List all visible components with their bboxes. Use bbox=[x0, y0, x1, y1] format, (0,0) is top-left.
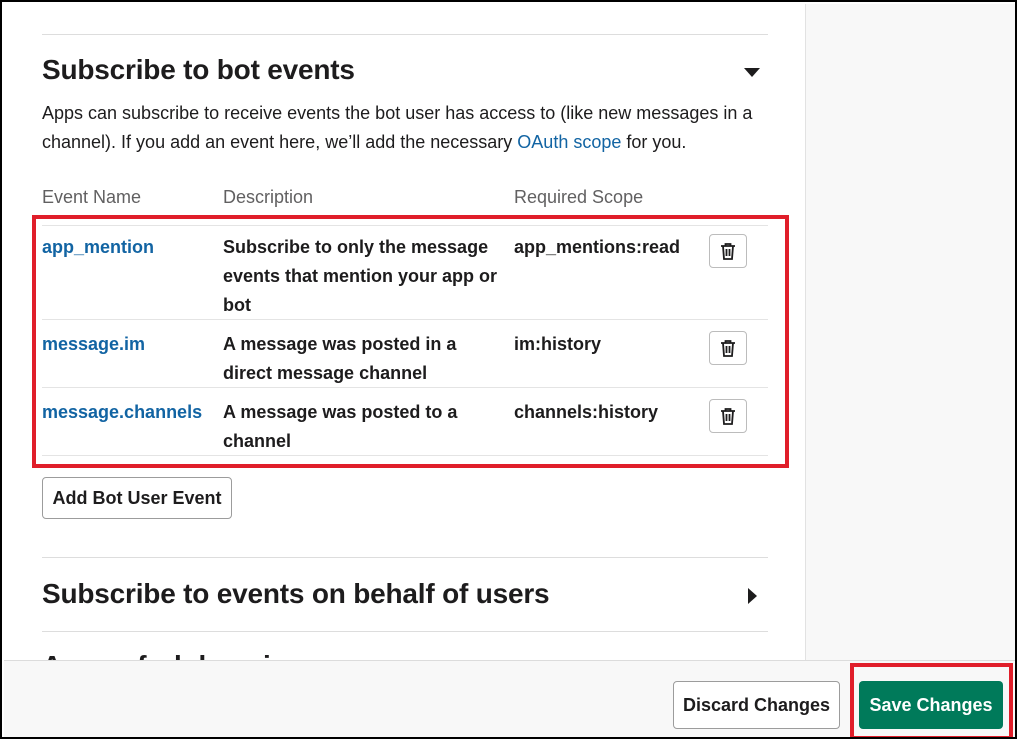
column-header-required-scope: Required Scope bbox=[514, 187, 644, 207]
save-changes-button[interactable]: Save Changes bbox=[859, 681, 1003, 729]
user-events-title[interactable]: Subscribe to events on behalf of users bbox=[42, 578, 550, 610]
table-row-divider bbox=[42, 225, 768, 226]
oauth-scope-link[interactable]: OAuth scope bbox=[517, 132, 621, 152]
column-header-event-name: Event Name bbox=[42, 187, 142, 207]
event-scope: im:history bbox=[514, 334, 602, 354]
caret-right-icon[interactable] bbox=[748, 588, 757, 604]
add-bot-user-event-button[interactable]: Add Bot User Event bbox=[42, 477, 232, 519]
trash-icon bbox=[721, 340, 735, 357]
trash-icon bbox=[721, 408, 735, 425]
window-frame: Subscribe to bot events Apps can subscri… bbox=[0, 0, 1017, 739]
caret-down-icon[interactable] bbox=[744, 68, 760, 77]
trash-icon bbox=[721, 243, 735, 260]
section-divider bbox=[42, 557, 768, 558]
settings-main-column: Subscribe to bot events Apps can subscri… bbox=[4, 4, 805, 660]
discard-changes-button[interactable]: Discard Changes bbox=[673, 681, 840, 729]
event-scope: channels:history bbox=[514, 402, 659, 422]
event-description: Subscribe to only the message events tha… bbox=[223, 237, 498, 315]
bot-events-description: Apps can subscribe to receive events the… bbox=[42, 99, 772, 157]
event-description: A message was posted in a direct message… bbox=[223, 334, 457, 383]
footer-action-bar: Discard Changes Save Changes bbox=[4, 660, 1015, 737]
right-side-panel bbox=[805, 4, 1015, 660]
column-header-description: Description bbox=[223, 187, 314, 207]
event-name-link[interactable]: message.channels bbox=[42, 398, 202, 427]
event-description: A message was posted to a channel bbox=[223, 402, 458, 451]
event-name-link[interactable]: app_mention bbox=[42, 233, 154, 262]
delete-event-button[interactable] bbox=[709, 331, 747, 365]
section-divider bbox=[42, 34, 768, 35]
delete-event-button[interactable] bbox=[709, 399, 747, 433]
delete-event-button[interactable] bbox=[709, 234, 747, 268]
bot-events-title: Subscribe to bot events bbox=[42, 54, 355, 85]
app-unfurl-title[interactable]: App unfurl domains bbox=[42, 650, 303, 660]
section-divider bbox=[42, 631, 768, 632]
event-name-link[interactable]: message.im bbox=[42, 330, 145, 359]
event-scope: app_mentions:read bbox=[514, 237, 681, 257]
description-text-end: for you. bbox=[621, 132, 687, 152]
